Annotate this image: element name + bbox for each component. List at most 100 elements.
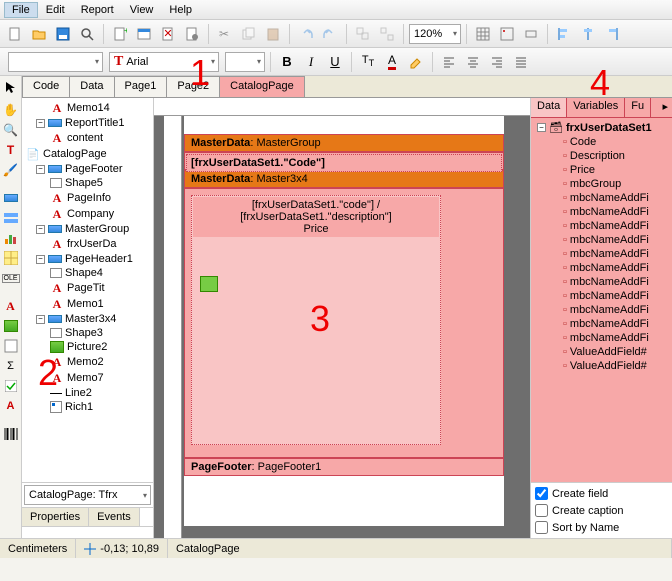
tab-page2[interactable]: Page2 [166,76,220,97]
tree-item[interactable]: Shape3 [22,326,153,340]
menu-report[interactable]: Report [73,2,122,18]
hand-tool-icon[interactable]: ✋ [2,101,20,119]
paste-icon[interactable] [262,23,284,45]
memo-cell[interactable]: [frxUserDataSet1."code"] / [frxUserDataS… [193,197,439,237]
check-create-caption[interactable]: Create caption [531,502,672,519]
tree-item[interactable]: −PageFooter [22,162,153,176]
band-mastergroup-header[interactable]: MasterData: MasterGroup [184,134,504,152]
new-page-icon[interactable]: + [109,23,131,45]
tab-events[interactable]: Events [89,508,140,526]
band-master3x4-body[interactable]: [frxUserDataSet1."code"] / [frxUserDataS… [184,188,504,458]
tree-item[interactable]: Line2 [22,386,153,400]
tree-item[interactable]: APageInfo [22,190,153,206]
align-center-icon[interactable] [577,23,599,45]
italic-icon[interactable]: I [300,51,322,73]
data-field[interactable]: ▫mbcNameAddFi [531,289,672,303]
report-tree[interactable]: AMemo14−ReportTitle1Acontent📄CatalogPage… [22,98,153,482]
data-field[interactable]: ▫mbcNameAddFi [531,247,672,261]
font-size-combo[interactable] [225,52,265,72]
tree-item[interactable]: −MasterGroup [22,222,153,236]
data-field[interactable]: ▫mbcNameAddFi [531,261,672,275]
ole-tool-icon[interactable]: OLE [2,269,20,287]
data-field[interactable]: ▫mbcGroup [531,177,672,191]
barcode-tool-icon[interactable] [2,425,20,443]
tree-item[interactable]: AMemo7 [22,370,153,386]
open-icon[interactable] [28,23,50,45]
design-canvas[interactable]: MasterData: MasterGroup [frxUserDataSet1… [154,98,530,538]
tree-item[interactable]: AfrxUserDa [22,236,153,252]
tree-item[interactable]: −PageHeader1 [22,252,153,266]
new-icon[interactable] [4,23,26,45]
tab-page1[interactable]: Page1 [114,76,168,97]
data-field[interactable]: ▫Price [531,163,672,177]
cut-icon[interactable]: ✂ [214,23,236,45]
grid-align-icon[interactable] [496,23,518,45]
check-sort-by-name[interactable]: Sort by Name [531,519,672,536]
page-settings-icon[interactable] [181,23,203,45]
picture-placeholder[interactable] [200,276,218,292]
subreport-tool-icon[interactable] [2,337,20,355]
tab-data[interactable]: Data [69,76,114,97]
insert-band-icon[interactable] [2,209,20,227]
check-create-field[interactable]: Create field [531,485,672,502]
data-field[interactable]: ▫mbcNameAddFi [531,205,672,219]
band-mastergroup-body[interactable]: [frxUserDataSet1."Code"] [184,152,504,170]
tree-item[interactable]: −Master3x4 [22,312,153,326]
ungroup-icon[interactable] [376,23,398,45]
align-left-icon[interactable] [553,23,575,45]
font-combo[interactable]: TArial [109,52,219,72]
tab-variables[interactable]: Variables [567,98,625,117]
data-tree[interactable]: −🗃frxUserDataSet1 ▫Code▫Description▫Pric… [531,118,672,482]
chart-tool-icon[interactable] [2,229,20,247]
font-settings-icon[interactable]: TT [357,51,379,73]
text-justify-icon[interactable] [510,51,532,73]
menu-help[interactable]: Help [161,2,200,18]
picture-tool-icon[interactable] [2,317,20,335]
tab-functions[interactable]: Fu [625,98,651,117]
data-field[interactable]: ▫ValueAddField# [531,345,672,359]
rich-tool-icon[interactable]: A [2,397,20,415]
tree-item[interactable]: ACompany [22,206,153,222]
tree-item[interactable]: Rich1 [22,400,153,414]
menu-edit[interactable]: Edit [38,2,73,18]
fit-grid-icon[interactable] [520,23,542,45]
select-tool-icon[interactable] [2,78,20,96]
highlight-icon[interactable] [405,51,427,73]
tab-properties[interactable]: Properties [22,508,89,526]
data-field[interactable]: ▫mbcNameAddFi [531,233,672,247]
page-surface[interactable]: MasterData: MasterGroup [frxUserDataSet1… [184,116,504,526]
data-field[interactable]: ▫mbcNameAddFi [531,331,672,345]
checkbox-tool-icon[interactable] [2,377,20,395]
align-right-icon[interactable] [601,23,623,45]
data-field[interactable]: ▫mbcNameAddFi [531,191,672,205]
data-field[interactable]: ▫mbcNameAddFi [531,317,672,331]
tree-item[interactable]: Shape4 [22,266,153,280]
data-field[interactable]: ▫mbcNameAddFi [531,219,672,233]
band-tool-icon[interactable] [2,189,20,207]
data-field[interactable]: ▫mbcNameAddFi [531,275,672,289]
data-field[interactable]: ▫ValueAddField# [531,359,672,373]
data-field[interactable]: ▫mbcNameAddFi [531,303,672,317]
font-color-icon[interactable]: A [381,51,403,73]
data-field[interactable]: ▫Description [531,149,672,163]
crosstab-tool-icon[interactable] [2,249,20,267]
save-icon[interactable] [52,23,74,45]
tab-data-right[interactable]: Data [531,98,567,117]
tree-item[interactable]: −ReportTitle1 [22,116,153,130]
tree-item[interactable]: APageTit [22,280,153,296]
text-left-icon[interactable] [438,51,460,73]
redo-icon[interactable] [319,23,341,45]
delete-page-icon[interactable]: ✕ [157,23,179,45]
text-center-icon[interactable] [462,51,484,73]
tree-item[interactable]: Shape5 [22,176,153,190]
data-field[interactable]: ▫Code [531,135,672,149]
tree-item[interactable]: AMemo1 [22,296,153,312]
tab-code[interactable]: Code [22,76,70,97]
grid-icon[interactable] [472,23,494,45]
tree-item[interactable]: Acontent [22,130,153,146]
zoom-tool-icon[interactable]: 🔍 [2,121,20,139]
format-tool-icon[interactable]: 🖌️ [2,161,20,179]
tree-item[interactable]: Picture2 [22,340,153,354]
data-root[interactable]: −🗃frxUserDataSet1 [531,120,672,135]
underline-icon[interactable]: U [324,51,346,73]
